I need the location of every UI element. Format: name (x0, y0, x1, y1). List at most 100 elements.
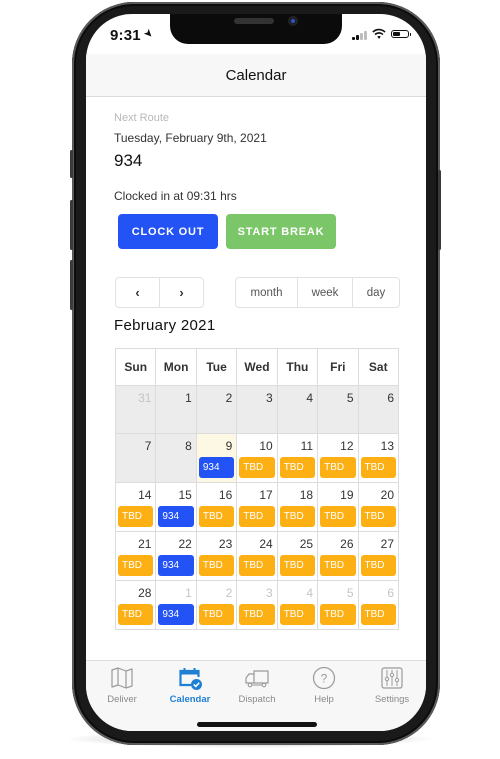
calendar-day-cell[interactable]: 12 TBD (317, 433, 359, 483)
day-number: 31 (138, 391, 152, 405)
tbd-event[interactable]: TBD (320, 506, 356, 527)
calendar-day-cell[interactable]: 5 TBD (317, 580, 359, 630)
tab-settings[interactable]: Settings (358, 665, 426, 705)
tbd-event[interactable]: TBD (279, 555, 316, 576)
calendar-check-icon (179, 668, 202, 690)
calendar-day-cell[interactable]: 7 (114, 433, 157, 483)
tbd-event[interactable]: TBD (118, 506, 154, 527)
day-number: 5 (346, 391, 354, 405)
route-event[interactable]: 934 (158, 555, 194, 576)
day-number: 20 (380, 488, 394, 502)
weekday-header: Tue (195, 348, 238, 386)
tbd-event[interactable]: TBD (279, 604, 316, 625)
calendar-day-cell[interactable]: 2 (195, 385, 238, 434)
view-week-button[interactable]: week (297, 278, 352, 307)
tbd-event[interactable]: TBD (118, 555, 154, 576)
calendar-day-cell[interactable]: 27 TBD (357, 531, 400, 581)
calendar-day-cell[interactable]: 23 TBD (195, 531, 238, 581)
tbd-event[interactable]: TBD (360, 555, 396, 576)
tbd-event[interactable]: TBD (198, 604, 235, 625)
tbd-event[interactable]: TBD (279, 506, 316, 527)
clock-out-button[interactable]: CLOCK OUT (118, 214, 218, 249)
route-event[interactable]: 934 (158, 506, 194, 527)
map-icon (111, 667, 133, 689)
day-number: 24 (259, 537, 273, 551)
day-number: 8 (185, 439, 192, 453)
front-camera (288, 16, 298, 26)
tbd-event[interactable]: TBD (239, 604, 275, 625)
tab-deliver[interactable]: Deliver (88, 665, 156, 705)
calendar-content[interactable]: Next Route Tuesday, February 9th, 2021 9… (86, 97, 426, 660)
tab-label: Help (314, 694, 334, 705)
tbd-event[interactable]: TBD (239, 457, 275, 478)
calendar-day-cell[interactable]: 3 (236, 385, 278, 434)
calendar-day-cell[interactable]: 11 TBD (276, 433, 319, 483)
notch (170, 14, 342, 44)
calendar-day-cell[interactable]: 15 934 (155, 482, 197, 532)
day-number: 13 (380, 439, 394, 453)
calendar-day-cell[interactable]: 21 TBD (114, 531, 157, 581)
calendar-day-cell[interactable]: 4 (276, 385, 319, 434)
calendar-day-cell[interactable]: 9 934 (195, 433, 238, 483)
calendar-day-cell[interactable]: 22 934 (155, 531, 197, 581)
tbd-event[interactable]: TBD (320, 604, 356, 625)
day-number: 15 (178, 488, 192, 502)
tbd-event[interactable]: TBD (279, 457, 316, 478)
calendar-day-cell[interactable]: 1 934 (155, 580, 197, 630)
calendar-day-cell[interactable]: 18 TBD (276, 482, 319, 532)
start-break-button[interactable]: START BREAK (226, 214, 336, 249)
calendar-day-cell[interactable]: 6 TBD (357, 580, 400, 630)
calendar-week-row: 31 1 2 3 4 5 6 (114, 385, 400, 434)
route-event[interactable]: 934 (158, 604, 194, 625)
day-number: 3 (266, 586, 273, 600)
weekday-header: Fri (317, 348, 359, 386)
truck-icon (245, 670, 269, 688)
tab-calendar[interactable]: Calendar (156, 665, 224, 705)
calendar-day-cell[interactable]: 25 TBD (276, 531, 319, 581)
route-event[interactable]: 934 (198, 457, 235, 478)
calendar-day-cell[interactable]: 28 TBD (114, 580, 157, 630)
weekday-header: Mon (155, 348, 197, 386)
home-indicator[interactable] (197, 722, 317, 727)
calendar-day-cell[interactable]: 13 TBD (357, 433, 400, 483)
location-arrow-icon: ➤ (140, 26, 156, 42)
speaker-grille (234, 18, 274, 24)
calendar-day-cell[interactable]: 20 TBD (357, 482, 400, 532)
day-number: 23 (218, 537, 233, 551)
calendar-day-cell[interactable]: 3 TBD (236, 580, 278, 630)
calendar-day-cell[interactable]: 24 TBD (236, 531, 278, 581)
day-number: 1 (185, 391, 192, 405)
calendar-day-cell[interactable]: 16 TBD (195, 482, 238, 532)
calendar-day-cell[interactable]: 1 (155, 385, 197, 434)
calendar-day-cell[interactable]: 6 (357, 385, 400, 434)
tbd-event[interactable]: TBD (360, 506, 396, 527)
tbd-event[interactable]: TBD (198, 555, 235, 576)
tbd-event[interactable]: TBD (239, 506, 275, 527)
calendar-day-cell[interactable]: 10 TBD (236, 433, 278, 483)
calendar-day-cell[interactable]: 4 TBD (276, 580, 319, 630)
calendar-day-cell[interactable]: 14 TBD (114, 482, 157, 532)
tbd-event[interactable]: TBD (118, 604, 154, 625)
tab-dispatch[interactable]: Dispatch (223, 665, 291, 705)
prev-month-button[interactable]: ‹ (116, 278, 159, 307)
tbd-event[interactable]: TBD (320, 457, 356, 478)
weekday-header-row: Sun Mon Tue Wed Thu Fri Sat (114, 348, 400, 386)
calendar-day-cell[interactable]: 31 (114, 385, 157, 434)
next-month-button[interactable]: › (159, 278, 203, 307)
calendar-day-cell[interactable]: 8 (155, 433, 197, 483)
view-month-button[interactable]: month (236, 278, 297, 307)
day-number: 11 (300, 439, 314, 453)
tab-label: Dispatch (238, 694, 276, 705)
calendar-day-cell[interactable]: 19 TBD (317, 482, 359, 532)
tbd-event[interactable]: TBD (320, 555, 356, 576)
calendar-day-cell[interactable]: 2 TBD (195, 580, 238, 630)
calendar-day-cell[interactable]: 26 TBD (317, 531, 359, 581)
tbd-event[interactable]: TBD (198, 506, 235, 527)
calendar-day-cell[interactable]: 5 (317, 385, 359, 434)
tbd-event[interactable]: TBD (239, 555, 275, 576)
calendar-day-cell[interactable]: 17 TBD (236, 482, 278, 532)
view-day-button[interactable]: day (352, 278, 399, 307)
tbd-event[interactable]: TBD (360, 457, 396, 478)
tab-help[interactable]: ? Help (290, 665, 358, 705)
tbd-event[interactable]: TBD (360, 604, 396, 625)
